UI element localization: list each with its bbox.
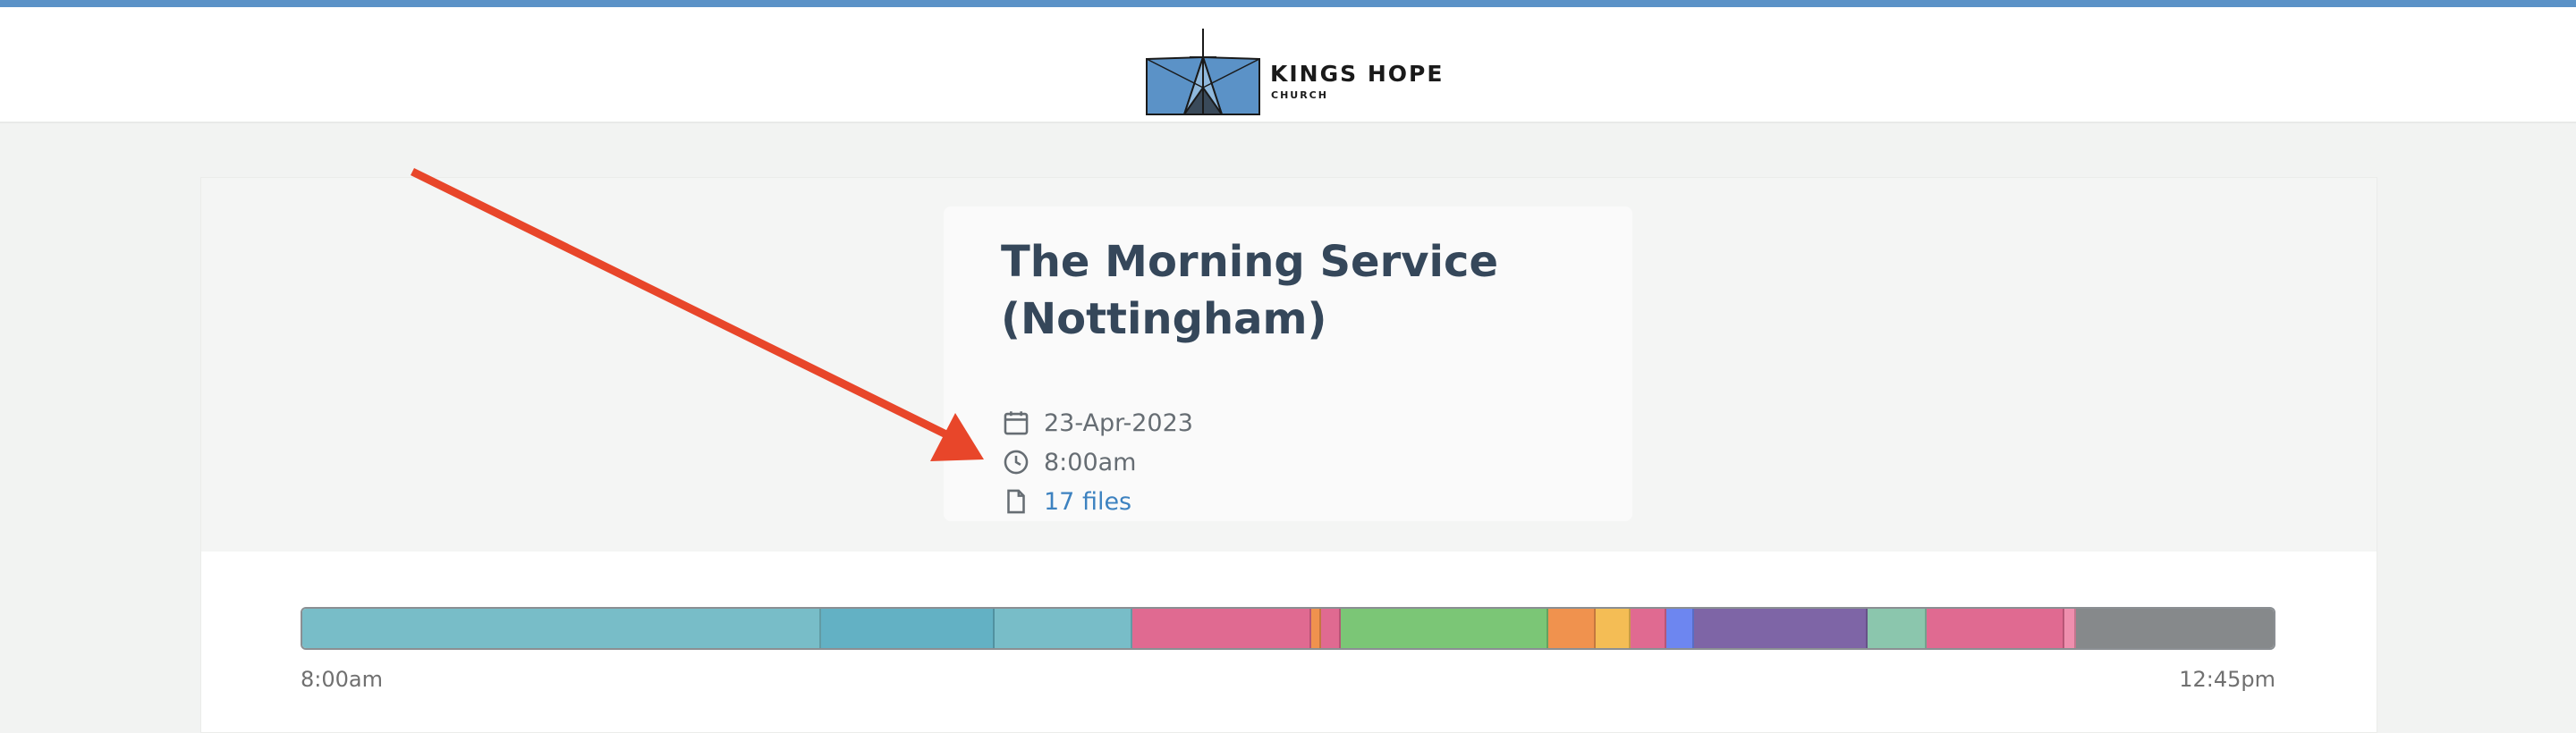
- files-link[interactable]: 17 files: [1044, 488, 1131, 516]
- logo-crown-mark: [1146, 29, 1260, 115]
- timeline-segment[interactable]: [1321, 609, 1342, 648]
- timeline-segment[interactable]: [1693, 609, 1868, 648]
- timeline-end-label: 12:45pm: [2179, 667, 2275, 692]
- timeline-segment[interactable]: [1666, 609, 1694, 648]
- site-header: KINGS HOPE CHURCH: [0, 7, 2576, 123]
- timeline-segment[interactable]: [302, 609, 821, 648]
- service-files-row[interactable]: 17 files: [1001, 485, 1131, 518]
- timeline-segment[interactable]: [2076, 609, 2274, 648]
- service-timeline: [301, 607, 2275, 650]
- timeline-segment[interactable]: [820, 609, 995, 648]
- timeline-segment[interactable]: [1631, 609, 1667, 648]
- timeline-segment[interactable]: [1595, 609, 1631, 648]
- service-info-panel: The Morning Service (Nottingham) 23-Apr-…: [944, 206, 1632, 521]
- service-time-row: 8:00am: [1001, 446, 1136, 478]
- timeline-segment[interactable]: [1341, 609, 1548, 648]
- timeline-start-label: 8:00am: [301, 667, 383, 692]
- clock-icon: [1004, 450, 1029, 475]
- timeline-segment[interactable]: [1311, 609, 1322, 648]
- service-date-row: 23-Apr-2023: [1001, 407, 1193, 439]
- kings-hope-logo[interactable]: KINGS HOPE CHURCH: [1145, 27, 1442, 116]
- service-title: The Morning Service (Nottingham): [1001, 237, 1499, 344]
- top-accent-bar: [0, 0, 2576, 7]
- service-date: 23-Apr-2023: [1044, 409, 1193, 437]
- timeline-segment[interactable]: [1131, 609, 1312, 648]
- logo-brand-subtitle: CHURCH: [1271, 89, 1328, 101]
- service-time: 8:00am: [1044, 448, 1137, 476]
- calendar-icon: [1004, 411, 1029, 435]
- timeline-segment[interactable]: [2064, 609, 2077, 648]
- timeline-segment[interactable]: [1867, 609, 1927, 648]
- timeline-segment[interactable]: [1547, 609, 1596, 648]
- logo-brand-name: KINGS HOPE: [1270, 61, 1445, 87]
- timeline-segment[interactable]: [994, 609, 1132, 648]
- timeline-segment[interactable]: [1926, 609, 2065, 648]
- file-icon: [1007, 489, 1025, 514]
